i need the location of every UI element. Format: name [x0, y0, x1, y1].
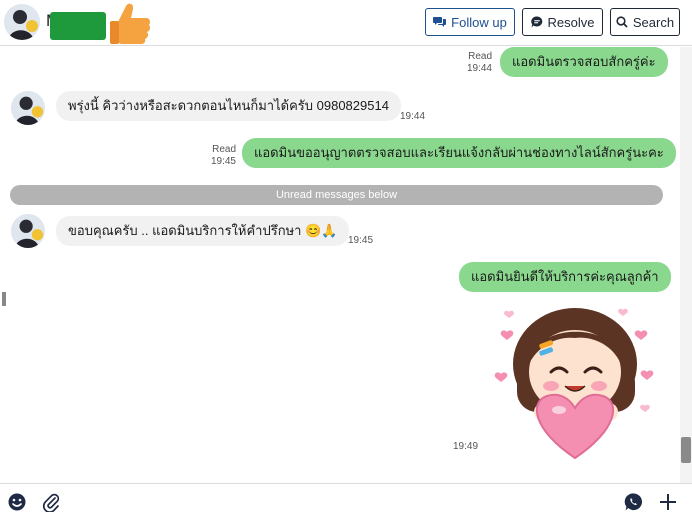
composer-bar: [0, 483, 692, 519]
chat-header: M Follow up Resolve Se: [0, 0, 692, 46]
contact-avatar: [11, 91, 45, 125]
message-time: 19:49: [453, 441, 479, 452]
contact-avatar[interactable]: [4, 4, 40, 40]
message-time: 19:45: [348, 235, 374, 246]
search-button[interactable]: Search: [610, 8, 680, 36]
whatsapp-icon: [624, 493, 643, 511]
attachment-button[interactable]: [40, 491, 62, 513]
message-time: 19:44: [400, 111, 426, 122]
scrollbar[interactable]: [680, 47, 692, 483]
outgoing-message: แอดมินยินดีให้บริการค่ะคุณลูกค้า: [459, 262, 671, 292]
read-status: Read: [212, 144, 236, 155]
unread-divider: Unread messages below: [10, 185, 663, 205]
incoming-message: ขอบคุณครับ .. แอดมินบริการให้คำปรึกษา 😊🙏: [56, 216, 350, 246]
message-list[interactable]: Read 19:44 แอดมินตรวจสอบสักครู่ค่ะ พรุ่ง…: [0, 47, 692, 483]
scrollbar-thumb[interactable]: [681, 437, 691, 463]
whatsapp-button[interactable]: [623, 491, 645, 513]
emoji-icon: [8, 493, 26, 511]
girl-holding-heart-sticker: [494, 308, 654, 460]
outgoing-message: แอดมินขออนุญาตตรวจสอบและเรียนแจ้งกลับผ่า…: [242, 138, 676, 168]
add-button[interactable]: [657, 491, 679, 513]
chat-window: M Follow up Resolve Se: [0, 0, 692, 519]
plus-icon: [660, 494, 676, 510]
read-status: Read: [468, 51, 492, 62]
chat-bubbles-icon: [433, 17, 447, 27]
attachment-icon: [42, 493, 60, 512]
thumbs-up-icon: [110, 3, 151, 45]
search-label: Search: [632, 14, 675, 30]
follow-up-button[interactable]: Follow up: [425, 8, 515, 36]
follow-up-label: Follow up: [451, 14, 507, 30]
resize-handle[interactable]: [2, 292, 6, 306]
resolve-chat-icon: [530, 16, 542, 28]
contact-avatar: [11, 214, 45, 248]
message-time: 19:44: [466, 63, 492, 74]
search-icon: [616, 16, 628, 28]
message-meta: Read 19:44: [452, 51, 492, 75]
resolve-button[interactable]: Resolve: [522, 8, 603, 36]
name-redaction: [50, 12, 106, 40]
outgoing-message: แอดมินตรวจสอบสักครู่ค่ะ: [500, 47, 668, 77]
message-time: 19:45: [210, 156, 236, 167]
emoji-button[interactable]: [6, 491, 28, 513]
message-meta: Read 19:45: [196, 144, 236, 168]
resolve-label: Resolve: [547, 14, 595, 30]
incoming-message: พรุ่งนี้ คิวว่างหรือสะดวกตอนไหนก็มาได้คร…: [56, 91, 401, 121]
